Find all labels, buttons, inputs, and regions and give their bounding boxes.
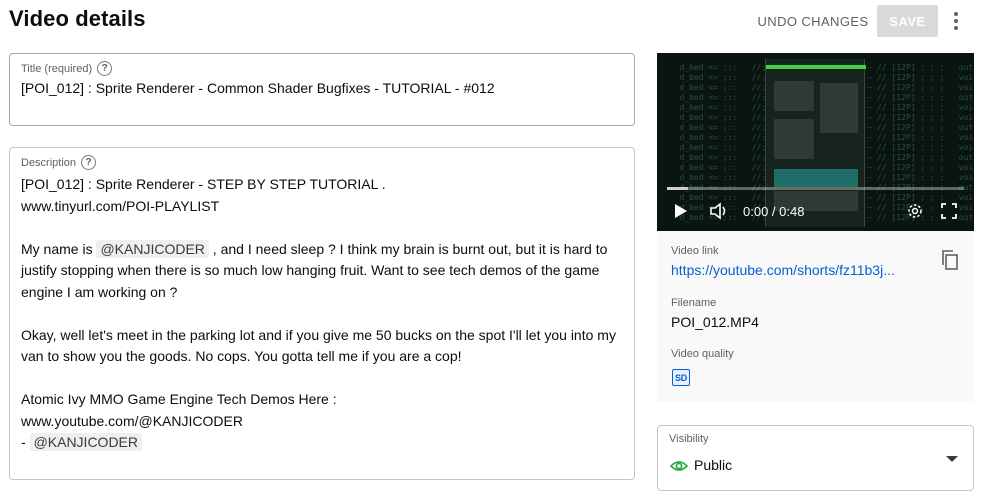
fullscreen-button[interactable] (937, 199, 961, 223)
description-line: www.tinyurl.com/POI-PLAYLIST (21, 197, 220, 214)
undo-changes-button[interactable]: UNDO CHANGES (756, 6, 870, 36)
video-player[interactable]: d_bed <= ;:: //;;[--] ;;// |<>| = ~ // [… (657, 53, 974, 231)
description-line: - @KANJICODER (21, 432, 621, 454)
video-progress-bar[interactable] (667, 187, 964, 190)
description-line: justify stopping when there is so much l… (21, 262, 600, 278)
sd-quality-icon: SD (672, 369, 690, 386)
mention-chip[interactable]: @KANJICODER (29, 433, 143, 451)
title-field-label-row: Title (required) ? (21, 61, 113, 76)
settings-button[interactable] (903, 199, 927, 223)
page-title: Video details (9, 6, 146, 31)
video-time: 0:00 / 0:48 (743, 203, 805, 219)
description-field[interactable]: Description ? [POI_012] : Sprite Rendere… (9, 147, 635, 480)
description-blank-line (21, 217, 621, 239)
description-blank-line (21, 368, 621, 390)
title-field-label: Title (required) (21, 62, 93, 75)
title-input[interactable]: [POI_012] : Sprite Renderer - Common Sha… (21, 80, 495, 96)
visibility-value: Public (694, 457, 733, 473)
description-field-label: Description (21, 156, 77, 169)
save-button[interactable]: SAVE (877, 5, 938, 37)
video-link-label: Video link (671, 245, 719, 257)
description-line: engine I am working on ? (21, 283, 178, 300)
gear-icon (908, 204, 922, 218)
description-line: [POI_012] : Sprite Renderer - STEP BY ST… (21, 176, 386, 192)
visibility-dropdown[interactable]: Visibility Public (657, 425, 974, 491)
copy-link-button[interactable] (939, 249, 961, 271)
video-link[interactable]: https://youtube.com/shorts/fz11b3j... (671, 262, 913, 278)
description-text: - (21, 434, 30, 450)
help-circle-icon[interactable]: ? (81, 155, 97, 170)
play-icon (675, 204, 687, 218)
visibility-label: Visibility (669, 433, 709, 445)
filename-label: Filename (671, 297, 717, 309)
video-progress-fill (667, 187, 688, 190)
description-textarea[interactable]: [POI_012] : Sprite Renderer - STEP BY ST… (21, 174, 621, 454)
description-text: My name is (21, 240, 97, 257)
more-vert-icon (954, 12, 958, 30)
description-line: www.youtube.com/@KANJICODER (21, 412, 243, 429)
video-quality-label: Video quality (671, 348, 734, 360)
fullscreen-icon (941, 203, 957, 219)
volume-icon (710, 202, 726, 220)
volume-button[interactable] (707, 199, 731, 223)
title-field[interactable]: Title (required) ? [POI_012] : Sprite Re… (9, 53, 635, 126)
help-circle-icon[interactable]: ? (97, 61, 113, 76)
description-field-label-row: Description ? (21, 155, 97, 170)
video-preview-card: d_bed <= ;:: //;;[--] ;;// |<>| = ~ // [… (657, 53, 974, 402)
caret-down-icon (946, 456, 958, 462)
description-line: Okay, well let's meet in the parking lot… (21, 326, 616, 343)
mention-chip[interactable]: @KANJICODER (96, 239, 209, 258)
play-button[interactable] (669, 199, 693, 223)
description-blank-line (21, 303, 621, 325)
filename-value: POI_012.MP4 (671, 314, 759, 330)
description-text: , and I need sleep ? I think my brain is… (208, 240, 608, 257)
more-options-button[interactable] (944, 8, 968, 34)
copy-icon (942, 250, 958, 270)
description-line: Atomic Ivy MMO Game Engine Tech Demos He… (21, 391, 337, 407)
description-line: My name is @KANJICODER , and I need slee… (21, 239, 621, 261)
description-line: van to show you the goods. No cops. You … (21, 348, 462, 364)
eye-icon (670, 461, 688, 471)
